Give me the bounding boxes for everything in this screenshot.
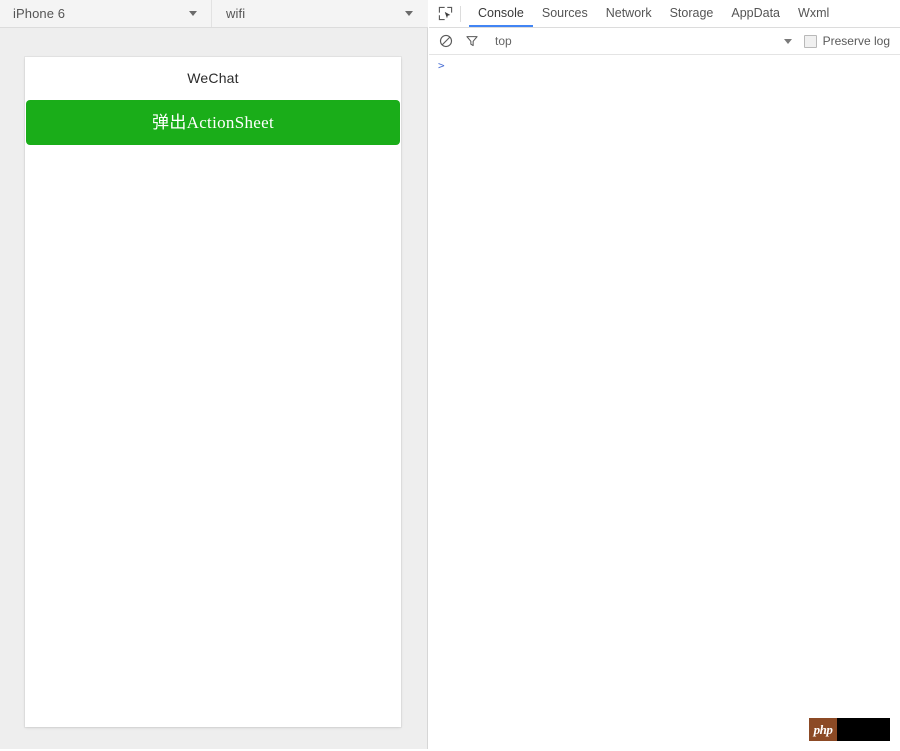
filter-funnel-icon[interactable] (461, 30, 483, 52)
chevron-down-icon (189, 11, 197, 16)
preserve-log-checkbox[interactable] (803, 34, 817, 48)
devtools-pane: Console Sources Network Storage AppData … (429, 0, 900, 751)
tab-appdata-label: AppData (731, 6, 781, 20)
toolbar-divider (460, 5, 461, 22)
tab-sources-label: Sources (541, 6, 588, 20)
network-selector[interactable]: wifi (212, 0, 427, 27)
preserve-log-label: Preserve log (822, 34, 890, 48)
preserve-log-toggle[interactable]: Preserve log (803, 34, 890, 48)
clear-console-icon[interactable] (435, 30, 457, 52)
tab-network[interactable]: Network (597, 0, 661, 27)
tab-appdata[interactable]: AppData (722, 0, 789, 27)
console-context-value: top (495, 34, 512, 48)
wechat-titlebar: WeChat (25, 57, 401, 98)
devtools-window: iPhone 6 wifi WeChat 弹出ActionSheet Conso… (0, 0, 900, 751)
console-prompt-row[interactable]: > (429, 55, 900, 77)
network-selector-value: wifi (226, 6, 246, 21)
popup-actionsheet-button[interactable]: 弹出ActionSheet (26, 100, 400, 145)
inspect-element-icon[interactable] (432, 1, 458, 27)
tab-console-label: Console (478, 6, 524, 20)
php-logo: php (809, 718, 837, 741)
tab-network-label: Network (605, 6, 652, 20)
watermark: php (809, 718, 890, 741)
tab-wxml[interactable]: Wxml (789, 0, 838, 27)
chevron-down-icon (405, 11, 413, 16)
device-selector-value: iPhone 6 (13, 6, 66, 21)
tab-sources[interactable]: Sources (533, 0, 597, 27)
tab-wxml-label: Wxml (798, 6, 830, 20)
console-output-area[interactable]: > (429, 55, 900, 751)
simulator-pane: iPhone 6 wifi WeChat 弹出ActionSheet (0, 0, 428, 749)
watermark-bar (837, 718, 890, 741)
simulator-toolbar: iPhone 6 wifi (0, 0, 428, 28)
phone-content-area (25, 145, 401, 725)
devtools-tabbar: Console Sources Network Storage AppData … (429, 0, 900, 28)
console-context-selector[interactable]: top (483, 28, 804, 54)
chevron-down-icon (783, 38, 792, 44)
tab-console[interactable]: Console (469, 0, 533, 27)
console-prompt-chevron-icon: > (438, 59, 445, 72)
console-filter-bar: top Preserve log (429, 28, 900, 55)
phone-screen: WeChat 弹出ActionSheet (25, 57, 401, 727)
device-selector[interactable]: iPhone 6 (0, 0, 212, 27)
tab-storage[interactable]: Storage (661, 0, 723, 27)
page-title: WeChat (187, 69, 239, 86)
tab-storage-label: Storage (669, 6, 714, 20)
